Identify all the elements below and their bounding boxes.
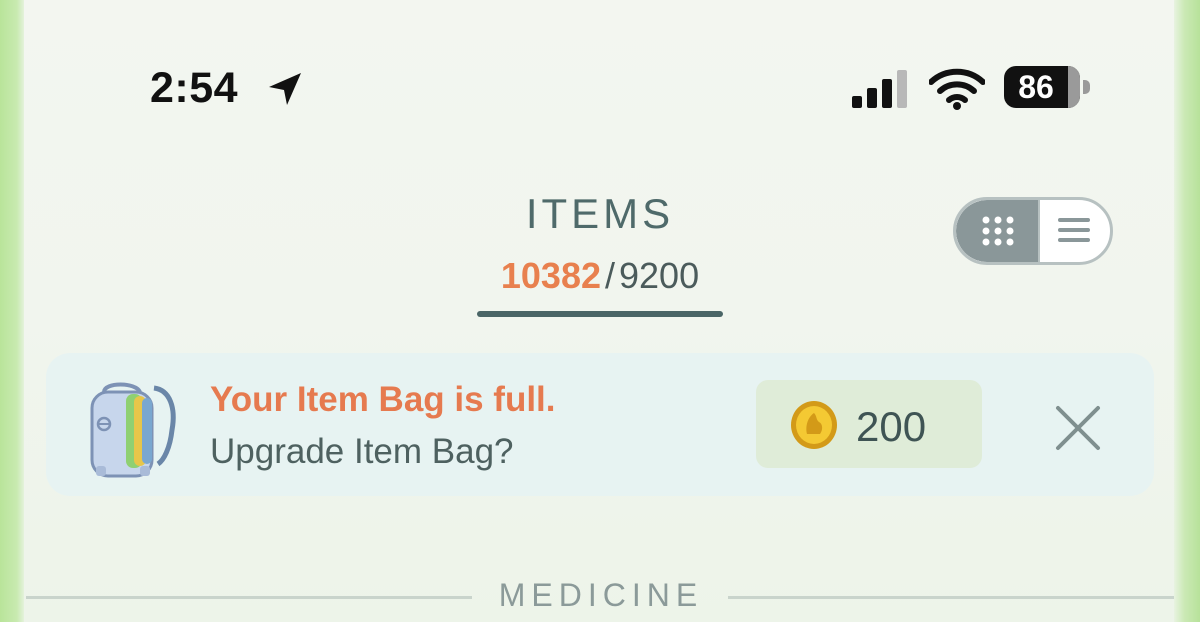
- cellular-signal-icon: [852, 70, 907, 108]
- section-divider-left: [26, 596, 472, 599]
- wifi-icon: [929, 68, 985, 110]
- frame-right-edge: [1174, 0, 1200, 622]
- battery-level: 86: [1018, 69, 1054, 105]
- view-toggle: [953, 197, 1113, 265]
- section-title-medicine: MEDICINE: [498, 577, 704, 613]
- pokecoin-icon: [791, 401, 837, 449]
- frame-left-edge: [0, 0, 24, 622]
- battery-icon: 86: [1004, 66, 1092, 110]
- page-title: ITEMS: [525, 190, 675, 237]
- item-count-max: 9200: [619, 255, 700, 296]
- list-view-button[interactable]: [1038, 200, 1110, 262]
- location-arrow-icon: [269, 73, 301, 105]
- grid-view-button[interactable]: [956, 200, 1038, 262]
- item-count: 10382/9200: [440, 255, 760, 297]
- banner-title: Your Item Bag is full.: [210, 380, 556, 419]
- item-count-current: 10382: [500, 255, 601, 296]
- bag-full-banner: [46, 353, 1154, 496]
- banner-subtitle: Upgrade Item Bag?: [210, 432, 514, 471]
- grid-view-icon: [982, 216, 1014, 246]
- section-divider-right: [728, 596, 1174, 599]
- list-view-icon: [1058, 218, 1090, 242]
- close-icon[interactable]: [1052, 402, 1104, 454]
- status-time: 2:54: [150, 64, 239, 112]
- item-bag-icon: [90, 382, 176, 478]
- item-count-separator: /: [605, 255, 616, 296]
- title-underline: [477, 311, 723, 317]
- upgrade-price: 200: [856, 403, 927, 450]
